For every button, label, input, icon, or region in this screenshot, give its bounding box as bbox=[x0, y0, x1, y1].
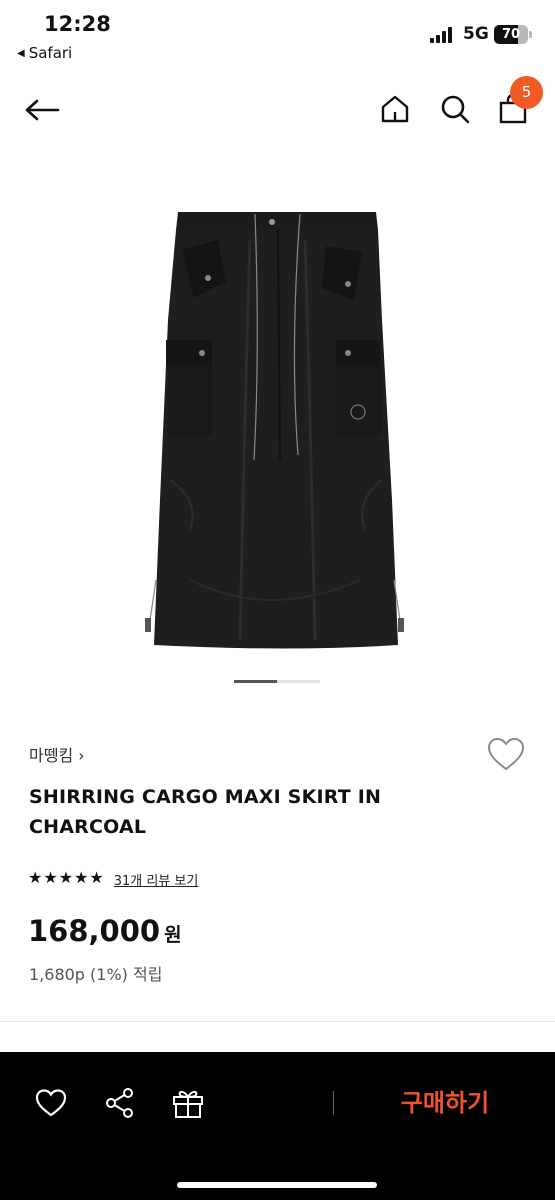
star-icon: ★ bbox=[28, 870, 43, 887]
product-image[interactable] bbox=[130, 200, 420, 665]
app-header bbox=[0, 78, 555, 140]
battery-tip bbox=[529, 31, 532, 38]
star-icon: ★ bbox=[74, 870, 89, 887]
status-bar: 12:28 ◀ Safari 5G 70 bbox=[0, 0, 555, 72]
back-arrow-icon bbox=[25, 99, 60, 121]
rating-row: ★ ★ ★ ★ ★ 31개 리뷰 보기 bbox=[28, 869, 198, 889]
product-title: SHIRRING CARGO MAXI SKIRT IN CHARCOAL bbox=[29, 786, 382, 838]
back-button[interactable] bbox=[22, 90, 62, 130]
star-icon: ★ bbox=[43, 870, 58, 887]
cargo-skirt-image bbox=[145, 212, 404, 649]
back-app-label: Safari bbox=[28, 44, 73, 62]
section-divider bbox=[0, 1021, 555, 1022]
brand-link[interactable]: 마뗑킴 › bbox=[29, 742, 85, 766]
carousel-indicator bbox=[234, 680, 320, 683]
heart-icon bbox=[35, 1089, 67, 1117]
home-icon bbox=[381, 95, 409, 123]
chevron-right-icon: › bbox=[78, 746, 85, 765]
search-icon bbox=[441, 95, 470, 124]
price-currency: 원 bbox=[164, 924, 182, 946]
back-triangle-icon: ◀ bbox=[17, 47, 25, 59]
bottom-bar-separator bbox=[333, 1091, 334, 1115]
gift-icon bbox=[173, 1090, 203, 1118]
bottom-action-bar: 구매하기 bbox=[0, 1052, 555, 1200]
network-type: 5G bbox=[463, 24, 489, 44]
back-to-safari-link[interactable]: ◀ Safari bbox=[17, 44, 72, 62]
cart-count-badge: 5 bbox=[510, 76, 543, 109]
bottom-wishlist-button[interactable] bbox=[30, 1082, 72, 1124]
carousel-active-segment bbox=[234, 680, 277, 683]
search-button[interactable] bbox=[434, 88, 476, 130]
star-rating: ★ ★ ★ ★ ★ bbox=[28, 869, 104, 889]
share-button[interactable] bbox=[99, 1082, 141, 1124]
wishlist-button[interactable] bbox=[486, 735, 526, 775]
heart-outline-icon bbox=[487, 737, 525, 771]
star-icon: ★ bbox=[58, 870, 74, 887]
price: 168,000 원 bbox=[28, 914, 182, 948]
signal-strength-icon bbox=[430, 27, 456, 43]
buy-button[interactable]: 구매하기 bbox=[370, 1080, 520, 1126]
carousel-track bbox=[277, 680, 320, 683]
price-amount: 168,000 bbox=[28, 914, 161, 948]
home-indicator bbox=[177, 1182, 377, 1188]
battery-percent: 70 bbox=[501, 27, 521, 42]
battery-icon: 70 bbox=[494, 25, 528, 44]
status-time: 12:28 bbox=[44, 12, 111, 36]
share-icon bbox=[106, 1088, 133, 1118]
reward-points: 1,680p (1%) 적립 bbox=[29, 965, 163, 984]
gift-button[interactable] bbox=[167, 1082, 209, 1124]
brand-name: 마뗑킴 bbox=[29, 746, 74, 765]
star-icon: ★ bbox=[89, 870, 104, 887]
reviews-link[interactable]: 31개 리뷰 보기 bbox=[114, 870, 199, 889]
home-button[interactable] bbox=[374, 88, 416, 130]
